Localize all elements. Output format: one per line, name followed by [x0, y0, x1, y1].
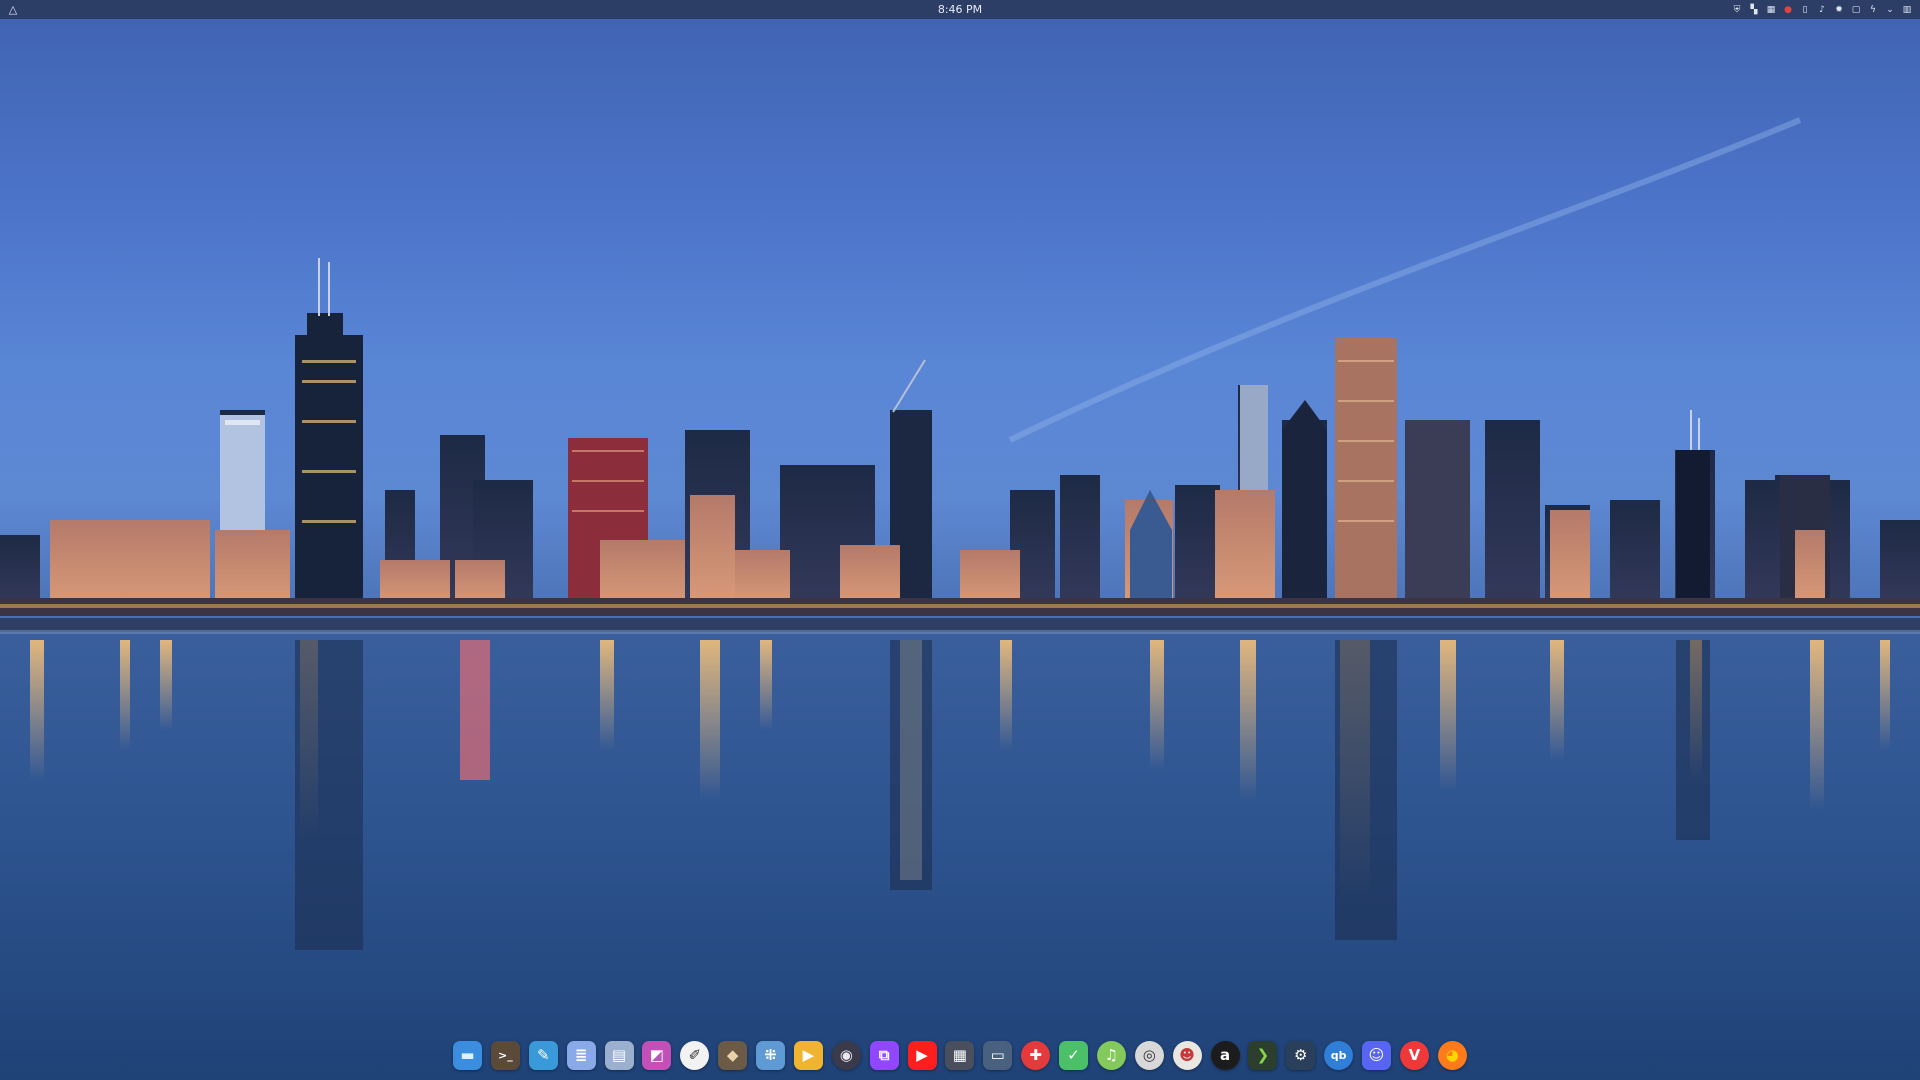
dock-item-firefox[interactable]: ◕: [1437, 1040, 1467, 1070]
youtube-icon: ▶: [916, 1046, 928, 1064]
dock-item-youtube[interactable]: ▶: [907, 1040, 937, 1070]
dock-item-archive-manager[interactable]: ▤: [604, 1040, 634, 1070]
dock-item-discord[interactable]: ☺: [1362, 1040, 1391, 1070]
dock-item-slides[interactable]: ▶: [793, 1040, 823, 1070]
volume-icon[interactable]: ♪: [1817, 5, 1827, 15]
dock-item-terminal[interactable]: >_: [490, 1040, 520, 1070]
brush-icon: ✐: [688, 1046, 702, 1064]
monitor-icon: ▭: [990, 1046, 1005, 1064]
dock-item-qbittorrent[interactable]: qb: [1324, 1040, 1354, 1070]
document-icon: ≣: [574, 1046, 588, 1064]
dock-item-obs-studio[interactable]: ◉: [831, 1040, 861, 1070]
dock-item-gimp[interactable]: ◆: [718, 1040, 748, 1070]
dock-item-music-player[interactable]: ♫: [1096, 1040, 1126, 1070]
play-chevron-icon: ❯: [1256, 1046, 1270, 1064]
film-icon: ▦: [952, 1046, 967, 1064]
steam-icon: ⚙: [1294, 1046, 1308, 1064]
discord-icon: ☺: [1368, 1046, 1385, 1064]
gimp-icon: ◆: [726, 1046, 739, 1064]
grid-icon[interactable]: ▦: [1766, 5, 1776, 15]
activities-button[interactable]: △: [6, 2, 20, 16]
network-icon: ⁜: [764, 1046, 777, 1064]
brightness-icon[interactable]: ✹: [1834, 5, 1844, 15]
dock-item-help-center[interactable]: ✚: [1021, 1040, 1051, 1070]
dock-item-steam[interactable]: ⚙: [1286, 1040, 1316, 1070]
dock-item-text-editor[interactable]: ✎: [528, 1040, 558, 1070]
letter-a-icon: a: [1219, 1046, 1231, 1064]
archive-icon: ▤: [611, 1046, 627, 1064]
image-icon: ◩: [649, 1046, 664, 1064]
desktop: △ 8:46 PM ⛨ ▚ ▦ ● ▯ ♪ ✹ ▢ ϟ ⌄ ▥ ▬ >_ ✎ ≣ ▤ ◩ ✐ ◆ ⁜ ▶ ◉ ⧉ ▶ ▦ ▭ ✚ ✓…: [0, 0, 1920, 1080]
dock: ▬ >_ ✎ ≣ ▤ ◩ ✐ ◆ ⁜ ▶ ◉ ⧉ ▶ ▦ ▭ ✚ ✓ ♫ ◎ ☻ a ❯ ⚙ qb ☺ V ◕: [451, 1036, 1469, 1074]
folder-icon: ▬: [460, 1046, 475, 1064]
dock-item-color-picker[interactable]: ✐: [680, 1040, 710, 1070]
dock-item-plex[interactable]: ❯: [1248, 1040, 1278, 1070]
dock-item-amazon-music[interactable]: a: [1210, 1040, 1240, 1070]
pencil-icon: ✎: [536, 1046, 550, 1064]
triangle-up-icon: △: [8, 2, 18, 16]
clock[interactable]: 8:46 PM: [938, 3, 982, 16]
windows-icon[interactable]: ▚: [1749, 5, 1759, 15]
dock-item-media-player[interactable]: ☻: [1172, 1040, 1202, 1070]
qbittorrent-icon: qb: [1330, 1048, 1347, 1062]
power-icon[interactable]: ϟ: [1868, 5, 1878, 15]
dock-item-disk-utility[interactable]: ◎: [1134, 1040, 1164, 1070]
dock-item-twitch[interactable]: ⧉: [869, 1040, 899, 1070]
twitch-icon: ⧉: [878, 1046, 890, 1064]
presentation-icon: ▶: [802, 1046, 815, 1064]
dock-item-vivaldi[interactable]: V: [1399, 1040, 1429, 1070]
music-icon: ♫: [1104, 1046, 1119, 1064]
cartoon-icon: ☻: [1179, 1046, 1195, 1064]
top-panel: △ 8:46 PM ⛨ ▚ ▦ ● ▯ ♪ ✹ ▢ ϟ ⌄ ▥: [0, 0, 1920, 19]
dock-item-tag-editor[interactable]: ✓: [1059, 1040, 1088, 1070]
terminal-icon: >_: [498, 1048, 513, 1062]
dock-item-remote-desktop[interactable]: ⁜: [756, 1040, 785, 1070]
clock-area: 8:46 PM: [0, 0, 1920, 19]
dock-item-image-viewer[interactable]: ◩: [642, 1040, 672, 1070]
wallpaper: [0, 117, 1920, 1080]
record-icon[interactable]: ●: [1783, 5, 1793, 15]
display-icon[interactable]: ▢: [1851, 5, 1861, 15]
dock-item-screen-recorder[interactable]: ▭: [983, 1040, 1013, 1070]
firefox-icon: ◕: [1445, 1046, 1459, 1064]
clipboard-icon[interactable]: ▯: [1800, 5, 1810, 15]
dock-item-files[interactable]: ▬: [453, 1040, 482, 1070]
chevron-down-icon[interactable]: ⌄: [1885, 5, 1895, 15]
lifebuoy-icon: ✚: [1029, 1046, 1042, 1064]
dock-item-document-viewer[interactable]: ≣: [566, 1040, 596, 1070]
shield-icon[interactable]: ⛨: [1732, 5, 1742, 15]
dock-item-video-editor[interactable]: ▦: [945, 1040, 975, 1070]
system-tray: ⛨ ▚ ▦ ● ▯ ♪ ✹ ▢ ϟ ⌄ ▥: [1732, 0, 1912, 19]
trash-icon[interactable]: ▥: [1902, 5, 1912, 15]
record-icon: ◉: [839, 1046, 853, 1064]
disk-icon: ◎: [1142, 1046, 1156, 1064]
vivaldi-icon: V: [1408, 1046, 1421, 1064]
tag-icon: ✓: [1067, 1046, 1080, 1064]
